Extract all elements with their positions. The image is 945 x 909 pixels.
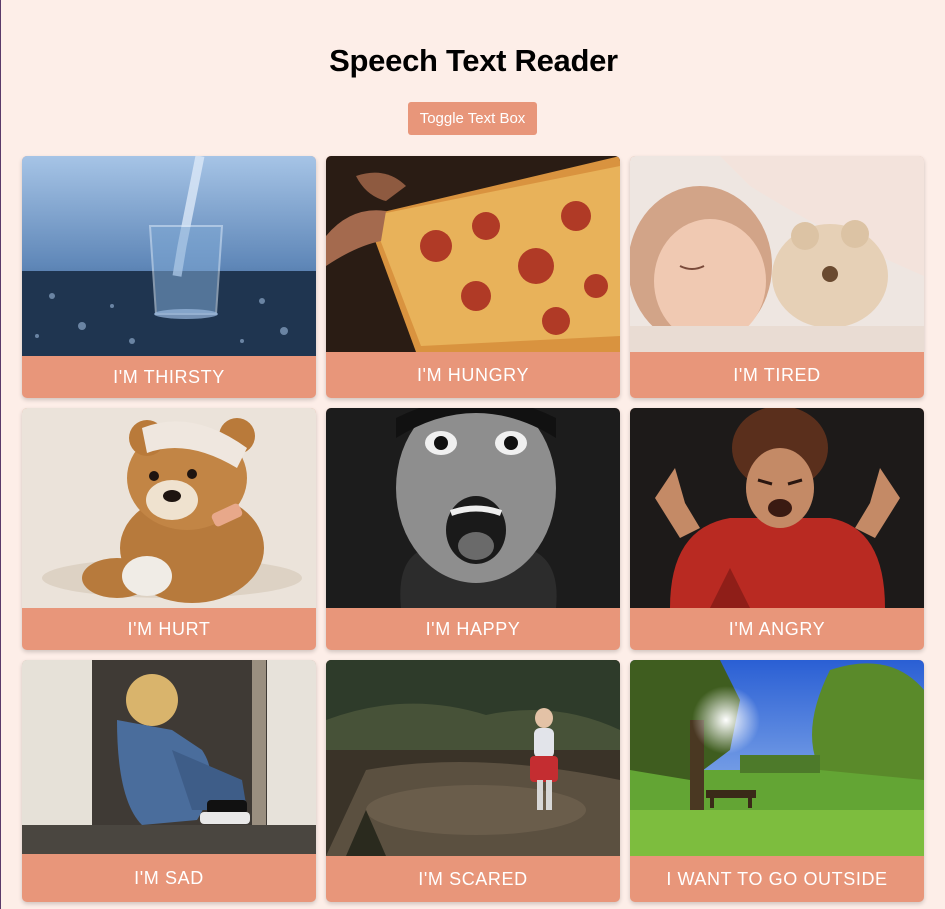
angry-child-image (630, 408, 924, 608)
card-tired[interactable]: I'M TIRED (630, 156, 924, 398)
card-outside[interactable]: I WANT TO GO OUTSIDE (630, 660, 924, 902)
card-label: I'M SAD (134, 867, 204, 888)
card-label: I'M ANGRY (728, 618, 826, 639)
card-label: I'M HURT (127, 618, 211, 639)
card-happy[interactable]: I'M HAPPY (326, 408, 620, 650)
card-label: I'M HUNGRY (416, 364, 530, 385)
card-label: I'M TIRED (733, 364, 821, 385)
sad-child-in-doorway-image (22, 660, 316, 854)
card-hurt[interactable]: I'M HURT (22, 408, 316, 650)
card-label: I'M THIRSTY (113, 366, 225, 387)
card-label: I'M SCARED (418, 868, 528, 889)
card-label: I WANT TO GO OUTSIDE (666, 868, 888, 889)
child-in-forest-image (326, 660, 620, 856)
card-hungry[interactable]: I'M HUNGRY (326, 156, 620, 398)
card-label: I'M HAPPY (425, 618, 521, 639)
sleeping-child-image (630, 156, 924, 352)
park-with-sun-image (630, 660, 924, 856)
card-sad[interactable]: I'M SAD (22, 660, 316, 902)
speech-card-grid: I'M THIRSTY I'M HUNGRY I'M TIRED I'M HUR… (22, 156, 924, 902)
excited-boy-image (326, 408, 620, 608)
glass-of-water-image (22, 156, 316, 356)
bandaged-teddy-bear-image (22, 408, 316, 608)
card-thirsty[interactable]: I'M THIRSTY (22, 156, 316, 398)
card-angry[interactable]: I'M ANGRY (630, 408, 924, 650)
page-title: Speech Text Reader (329, 43, 618, 78)
pizza-slice-image (326, 156, 620, 352)
card-scared[interactable]: I'M SCARED (326, 660, 620, 902)
toggle-text-box-button[interactable]: Toggle Text Box (408, 102, 537, 135)
